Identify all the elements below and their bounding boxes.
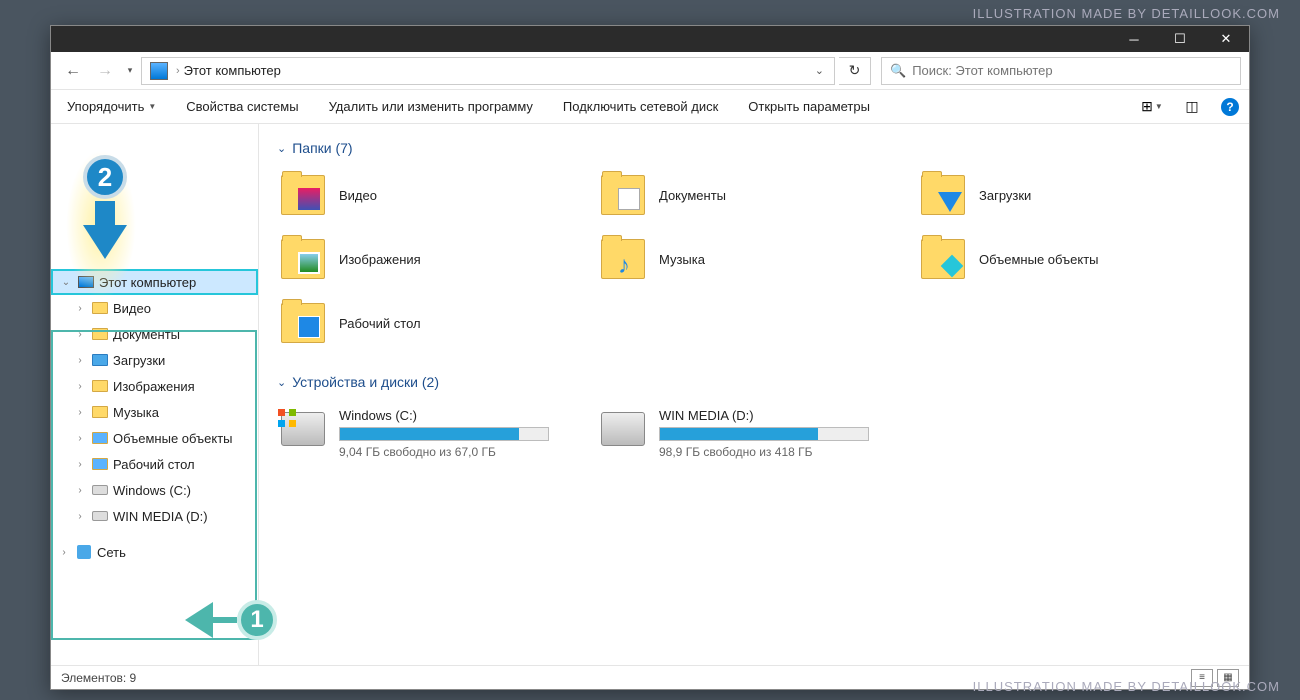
sidebar-item-this-pc[interactable]: ⌄ Этот компьютер [51, 269, 258, 295]
titlebar: ─ ☐ ✕ [51, 26, 1249, 52]
drive-icon [92, 485, 108, 495]
toolbar: Упорядочить▼ Свойства системы Удалить ил… [51, 90, 1249, 124]
drive-name: Windows (C:) [339, 408, 573, 423]
folder-icon [921, 175, 965, 215]
folder-music[interactable]: ♪Музыка [597, 234, 897, 284]
drive-icon [601, 412, 645, 446]
drive-icon [281, 412, 325, 446]
sidebar-tree[interactable]: ⌄ Этот компьютер ›Видео ›Документы ›Загр… [51, 124, 259, 665]
chevron-right-icon: › [176, 65, 180, 77]
explorer-window: ─ ☐ ✕ ← → ▾ › Этот компьютер ⌄ ↻ 🔍 Упоря… [50, 25, 1250, 690]
sidebar-item-3d-objects[interactable]: ›Объемные объекты [67, 425, 258, 451]
folder-icon [92, 354, 108, 366]
folder-icon [281, 175, 325, 215]
sidebar-item-downloads[interactable]: ›Загрузки [67, 347, 258, 373]
drive-usage-bar [339, 427, 549, 441]
minimize-button[interactable]: ─ [1111, 26, 1157, 52]
chevron-down-icon: ⌄ [277, 142, 286, 155]
folders-grid: Видео Документы Загрузки Изображения ♪Му… [277, 170, 1231, 348]
folders-section-header[interactable]: ⌄ Папки (7) [277, 140, 1231, 156]
drive-name: WIN MEDIA (D:) [659, 408, 893, 423]
drive-d[interactable]: WIN MEDIA (D:) 98,9 ГБ свободно из 418 Г… [597, 404, 897, 463]
drive-free-text: 9,04 ГБ свободно из 67,0 ГБ [339, 445, 573, 459]
folder-pictures[interactable]: Изображения [277, 234, 577, 284]
watermark-top: ILLUSTRATION MADE BY DETAILLOOK.COM [973, 6, 1280, 21]
breadcrumb-location: Этот компьютер [184, 63, 281, 78]
drive-free-text: 98,9 ГБ свободно из 418 ГБ [659, 445, 893, 459]
folder-videos[interactable]: Видео [277, 170, 577, 220]
pc-icon [78, 276, 94, 288]
map-network-drive-button[interactable]: Подключить сетевой диск [557, 95, 724, 118]
folder-3d-objects[interactable]: Объемные объекты [917, 234, 1217, 284]
content-pane[interactable]: ⌄ Папки (7) Видео Документы Загрузки Изо… [259, 124, 1249, 665]
windows-logo-icon [278, 409, 296, 427]
system-properties-button[interactable]: Свойства системы [180, 95, 304, 118]
view-options-icon[interactable]: ⊞▼ [1141, 96, 1163, 118]
folder-icon [92, 328, 108, 340]
folder-downloads[interactable]: Загрузки [917, 170, 1217, 220]
network-icon [77, 545, 91, 559]
sidebar-item-music[interactable]: ›Музыка [67, 399, 258, 425]
folder-icon [281, 239, 325, 279]
help-icon[interactable]: ? [1221, 98, 1239, 116]
folder-icon [281, 303, 325, 343]
folder-documents[interactable]: Документы [597, 170, 897, 220]
folder-icon: ♪ [601, 239, 645, 279]
drives-section-header[interactable]: ⌄ Устройства и диски (2) [277, 374, 1231, 390]
refresh-button[interactable]: ↻ [839, 57, 871, 85]
sidebar-item-label: Этот компьютер [99, 275, 196, 290]
close-button[interactable]: ✕ [1203, 26, 1249, 52]
organize-button[interactable]: Упорядочить▼ [61, 95, 162, 118]
maximize-button[interactable]: ☐ [1157, 26, 1203, 52]
folder-icon [92, 302, 108, 314]
sidebar-item-documents[interactable]: ›Документы [67, 321, 258, 347]
sidebar-item-drive-c[interactable]: ›Windows (C:) [67, 477, 258, 503]
search-icon: 🔍 [890, 63, 906, 79]
sidebar-item-pictures[interactable]: ›Изображения [67, 373, 258, 399]
drive-icon [92, 511, 108, 521]
folder-desktop[interactable]: Рабочий стол [277, 298, 577, 348]
chevron-down-icon[interactable]: ⌄ [59, 277, 73, 288]
folder-icon [92, 380, 108, 392]
drives-grid: Windows (C:) 9,04 ГБ свободно из 67,0 ГБ… [277, 404, 1231, 463]
history-dropdown[interactable]: ▾ [123, 65, 137, 76]
drive-c[interactable]: Windows (C:) 9,04 ГБ свободно из 67,0 ГБ [277, 404, 577, 463]
folder-icon [92, 458, 108, 470]
watermark-bottom: ILLUSTRATION MADE BY DETAILLOOK.COM [973, 679, 1280, 694]
search-box[interactable]: 🔍 [881, 57, 1241, 85]
drive-usage-bar [659, 427, 869, 441]
sidebar-item-videos[interactable]: ›Видео [67, 295, 258, 321]
sidebar-children: ›Видео ›Документы ›Загрузки ›Изображения… [51, 295, 258, 529]
folder-icon [601, 175, 645, 215]
pc-icon [150, 62, 168, 80]
sidebar-item-network[interactable]: › Сеть [51, 539, 258, 565]
forward-button[interactable]: → [91, 57, 119, 85]
uninstall-program-button[interactable]: Удалить или изменить программу [323, 95, 539, 118]
address-bar: ← → ▾ › Этот компьютер ⌄ ↻ 🔍 [51, 52, 1249, 90]
preview-pane-icon[interactable]: ◫ [1181, 96, 1203, 118]
sidebar-item-drive-d[interactable]: ›WIN MEDIA (D:) [67, 503, 258, 529]
folder-icon [92, 406, 108, 418]
sidebar-item-desktop[interactable]: ›Рабочий стол [67, 451, 258, 477]
folder-icon [92, 432, 108, 444]
folder-icon [921, 239, 965, 279]
open-settings-button[interactable]: Открыть параметры [742, 95, 876, 118]
breadcrumb[interactable]: › Этот компьютер ⌄ [141, 57, 835, 85]
back-button[interactable]: ← [59, 57, 87, 85]
item-count: Элементов: 9 [61, 671, 136, 685]
chevron-down-icon: ⌄ [277, 376, 286, 389]
breadcrumb-dropdown[interactable]: ⌄ [809, 64, 830, 77]
search-input[interactable] [912, 63, 1232, 78]
